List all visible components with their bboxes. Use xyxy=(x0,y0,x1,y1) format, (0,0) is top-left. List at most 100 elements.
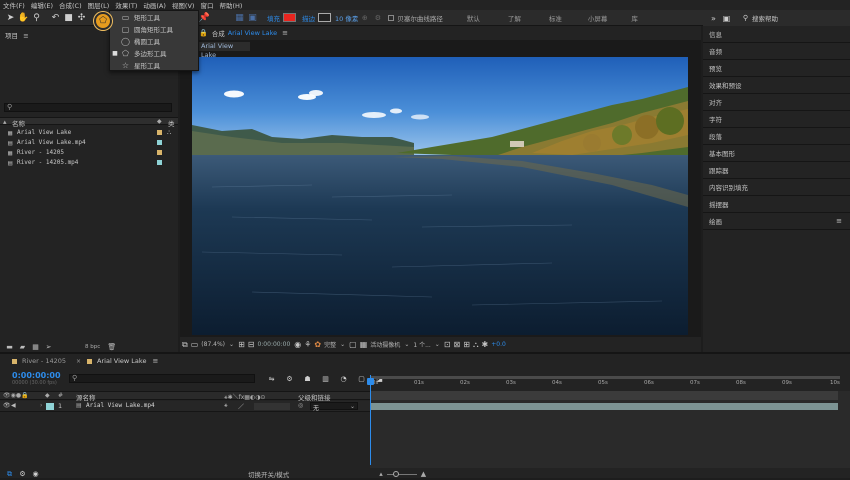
menu-animation[interactable]: 动画(A) xyxy=(140,0,169,10)
fill-label[interactable]: 填充 xyxy=(267,13,280,23)
label-color-swatch[interactable] xyxy=(157,150,162,155)
shape-tool-button[interactable]: ⬠ xyxy=(94,12,112,30)
viewer-timecode[interactable]: 0:00:00:00 xyxy=(257,341,290,348)
menu-window[interactable]: 窗口 xyxy=(197,0,216,10)
interpret-footage-icon[interactable]: ▬ xyxy=(4,342,15,353)
panel-content-aware-fill[interactable]: 内容识别填充 xyxy=(703,179,850,196)
always-preview-icon[interactable]: ⧉ xyxy=(182,340,188,350)
panel-info[interactable]: 信息 xyxy=(703,26,850,43)
workspace-learn[interactable]: 了解 xyxy=(508,13,521,23)
reset-exposure-icon[interactable]: ✱ xyxy=(482,340,489,349)
region-of-interest-icon[interactable]: ▢ xyxy=(349,340,357,349)
project-item[interactable]: ▤ Arial View Lake.mp4 xyxy=(8,138,178,147)
sort-icon[interactable]: ▴ xyxy=(3,118,7,126)
stroke-color-swatch[interactable] xyxy=(318,13,331,22)
stroke-label[interactable]: 描边 xyxy=(302,13,315,23)
timeline-search-input[interactable]: ⚲ xyxy=(69,374,255,383)
panel-character[interactable]: 字符 xyxy=(703,111,850,128)
camera-select[interactable]: 活动摄像机 xyxy=(370,340,400,349)
layer-duration-bar[interactable] xyxy=(370,403,838,410)
zoom-tool-icon[interactable]: ⚲ xyxy=(31,12,42,23)
trash-icon[interactable]: 🗑 xyxy=(106,342,117,353)
workspace-small-screen[interactable]: 小屏幕 xyxy=(588,13,608,23)
parent-select[interactable]: 无 ⌄ xyxy=(310,402,358,412)
timeline-icon[interactable]: ⊞ xyxy=(463,340,470,349)
motion-blur-icon[interactable]: ◔ xyxy=(338,373,349,384)
panel-menu-icon[interactable]: ≡ xyxy=(836,217,842,225)
menu-edit[interactable]: 编辑(E) xyxy=(28,0,56,10)
layer-number-column[interactable]: # xyxy=(58,392,63,399)
flowchart-icon[interactable]: ⛬ xyxy=(167,129,171,137)
chevron-down-icon[interactable]: ⌄ xyxy=(229,341,234,348)
panel-menu-icon[interactable]: ≡ xyxy=(282,29,288,37)
graph-editor-icon[interactable]: ▢ xyxy=(356,373,367,384)
new-folder-icon[interactable]: ▰ xyxy=(17,342,28,353)
timeline-tab-river[interactable]: River - 14205 xyxy=(22,357,66,365)
playhead-handle[interactable] xyxy=(367,378,374,385)
composition-viewer[interactable] xyxy=(192,57,688,335)
playhead-line[interactable] xyxy=(370,375,371,465)
menu-composition[interactable]: 合成(C) xyxy=(56,0,85,10)
av-switches-icon[interactable]: 👁◉●🔒 xyxy=(3,392,29,399)
menu-item-polygon-tool[interactable]: ■ ⬠ 多边形工具 xyxy=(110,47,200,59)
pan-behind-tool-icon[interactable]: ✣ xyxy=(76,12,87,23)
menu-help[interactable]: 帮助(H) xyxy=(216,0,245,10)
stroke-width-value[interactable]: 10 像素 xyxy=(335,13,358,23)
panel-align[interactable]: 对齐 xyxy=(703,94,850,111)
send-icon[interactable]: ➢ xyxy=(43,342,54,353)
exposure-value[interactable]: +0.0 xyxy=(491,341,506,348)
timeline-track-area[interactable] xyxy=(367,375,850,468)
layer-name[interactable]: Arial View Lake.mp4 xyxy=(86,402,155,409)
composition-tab-prefix[interactable]: 合成 xyxy=(212,28,225,38)
visibility-icon[interactable]: 👁 xyxy=(3,402,11,409)
search-help-input[interactable]: 搜索帮助 xyxy=(752,13,778,23)
chevron-down-icon[interactable]: ⌄ xyxy=(404,341,409,348)
frame-blending-icon[interactable]: ▥ xyxy=(320,373,331,384)
zoom-slider-handle[interactable] xyxy=(392,470,399,477)
shy-layers-icon[interactable]: ☗ xyxy=(302,373,313,384)
add-icon[interactable]: ⊕ xyxy=(359,12,370,23)
chevron-down-icon[interactable]: ⌄ xyxy=(340,341,345,348)
grid-icon[interactable]: ⊞ xyxy=(238,340,245,349)
column-name[interactable]: 名称 xyxy=(12,118,25,128)
quality-switch-icon[interactable]: ／ xyxy=(238,402,244,411)
panel-paint[interactable]: 绘画 ≡ xyxy=(703,213,850,230)
panel-essential-graphics[interactable]: 基本图形 xyxy=(703,145,850,162)
menu-view[interactable]: 视图(V) xyxy=(169,0,198,10)
expand-chevron-icon[interactable]: › xyxy=(40,402,42,409)
fit-icon[interactable]: ▭ xyxy=(191,340,199,349)
resolution-select[interactable]: 完整 xyxy=(324,340,336,349)
zoom-level[interactable]: (87.4%) xyxy=(201,341,225,348)
views-select[interactable]: 1 个... xyxy=(413,340,430,349)
project-panel-title[interactable]: 项目 xyxy=(5,32,18,40)
mask-visibility-icon[interactable]: ⊟ xyxy=(248,340,255,349)
audio-icon[interactable]: ◀ xyxy=(11,402,16,409)
panel-icon[interactable]: ▣ xyxy=(721,13,732,24)
flowchart-icon[interactable]: ⛬ xyxy=(473,340,479,350)
rotation-tool-icon[interactable]: ↶ xyxy=(50,12,61,23)
composition-subtab[interactable]: Arial View Lake xyxy=(192,42,250,59)
workspace-standard[interactable]: 标准 xyxy=(549,13,562,23)
zoom-slider[interactable] xyxy=(386,470,417,477)
layer-switches-box[interactable] xyxy=(254,403,290,410)
new-composition-icon[interactable]: ▦ xyxy=(30,342,41,353)
show-channel-icon[interactable]: ⚘ xyxy=(304,340,311,349)
snapping-icon[interactable]: ▣ xyxy=(247,12,258,23)
panel-paragraph[interactable]: 段落 xyxy=(703,128,850,145)
time-ruler[interactable]: 0s 01s 02s 03s 04s 05s 06s 07s 08s 09s 1… xyxy=(370,376,850,390)
camera-tool-icon[interactable]: ■ xyxy=(63,12,74,23)
layer-label-color[interactable] xyxy=(46,403,54,410)
chevron-down-icon[interactable]: ⌄ xyxy=(435,341,440,348)
panel-menu-icon[interactable]: ≡ xyxy=(23,32,28,40)
label-column-icon[interactable]: ◆ xyxy=(157,118,162,125)
zoom-out-icon[interactable]: ▴ xyxy=(379,470,383,478)
menu-effect[interactable]: 效果(T) xyxy=(112,0,140,10)
panel-audio[interactable]: 音频 xyxy=(703,43,850,60)
panel-wiggler[interactable]: 摇摆器 xyxy=(703,196,850,213)
puppet-pin-tool-icon[interactable]: 📌 xyxy=(199,12,210,23)
bit-depth-label[interactable]: 8 bpc xyxy=(85,344,100,350)
project-search-input[interactable]: ⚲ xyxy=(4,103,172,112)
snapshot-icon[interactable]: ◉ xyxy=(294,340,301,349)
label-column-icon[interactable]: ◆ xyxy=(45,392,50,399)
lock-icon[interactable]: 🔒 xyxy=(199,29,208,37)
